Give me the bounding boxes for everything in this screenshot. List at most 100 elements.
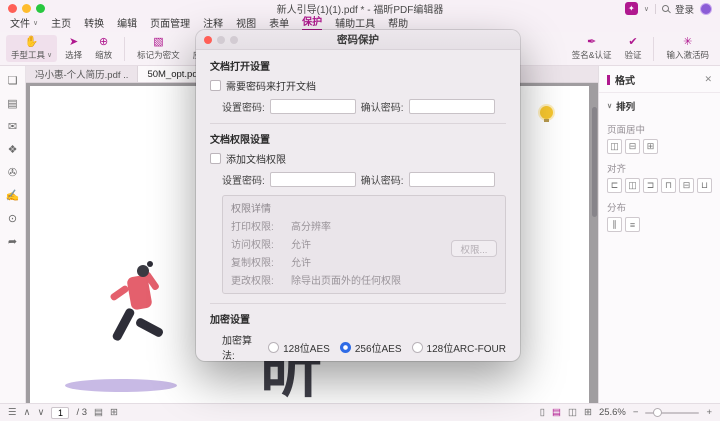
upgrade-icon[interactable]: ✦ <box>625 2 638 15</box>
menu-item-view[interactable]: 视图 <box>236 15 256 31</box>
perm-set-password-input[interactable] <box>270 172 356 187</box>
distribute-horizontal-icon[interactable]: ∥ <box>607 217 622 232</box>
dialog-close-button[interactable] <box>204 36 212 44</box>
close-panel-icon[interactable]: ✕ <box>704 74 712 85</box>
encryption-heading: 加密设置 <box>210 311 506 326</box>
maximize-window-button[interactable] <box>36 4 45 13</box>
window-title: 新人引导(1)(1).pdf * - 福昕PDF编辑器 <box>0 1 720 16</box>
zoom-tool-button[interactable]: ⊕ 缩放 <box>90 35 117 62</box>
chevron-down-icon[interactable]: ∨ <box>644 5 649 13</box>
permission-detail-button[interactable]: 权限... <box>451 240 497 257</box>
facing-view-icon[interactable]: ◫ <box>568 408 577 418</box>
attachments-icon[interactable]: ✇ <box>8 168 17 179</box>
verify-button[interactable]: ✔ 验证 <box>619 35 646 62</box>
single-page-view-icon[interactable]: ▯ <box>540 408 545 418</box>
menu-item-page-manage[interactable]: 页面管理 <box>150 15 190 31</box>
page-thumbnails-icon[interactable]: ▤ <box>7 99 17 110</box>
align-left-icon[interactable]: ⊏ <box>607 178 622 193</box>
account-avatar[interactable] <box>700 3 712 15</box>
tab-label: 50M_opt.pdf <box>147 69 200 80</box>
mark-redaction-button[interactable]: ▧ 标记为密文 <box>132 35 185 62</box>
aes256-option[interactable]: 256位AES <box>340 340 402 355</box>
illustration-shadow <box>65 379 177 392</box>
arrange-section-toggle[interactable]: ∨ 排列 <box>599 93 720 117</box>
distribute-vertical-icon[interactable]: ≡ <box>625 217 640 232</box>
center-horizontal-icon[interactable]: ◫ <box>607 139 622 154</box>
align-middle-icon[interactable]: ⊟ <box>679 178 694 193</box>
close-window-button[interactable] <box>8 4 17 13</box>
perm-confirm-password-input[interactable] <box>409 172 495 187</box>
checkmark-icon: ✔ <box>628 36 637 48</box>
sign-certify-button[interactable]: ✒ 签名&认证 <box>567 35 617 62</box>
permission-settings-heading: 文档权限设置 <box>210 131 506 146</box>
center-vertical-icon[interactable]: ⊟ <box>625 139 640 154</box>
sidebar-menu-icon[interactable]: ☰ <box>8 408 17 418</box>
align-right-icon[interactable]: ⊐ <box>643 178 658 193</box>
format-panel: 格式 ✕ ∨ 排列 页面居中 ◫ ⊟ ⊞ 对齐 ⊏ ◫ ⊐ ⊓ ⊟ ⊔ 分布 ∥… <box>598 66 720 403</box>
fit-page-icon[interactable]: ⊞ <box>110 408 118 418</box>
add-permission-checkbox[interactable] <box>210 153 221 164</box>
menu-item-convert[interactable]: 转换 <box>84 15 104 31</box>
zoom-out-icon[interactable]: − <box>633 408 639 418</box>
search-panel-icon[interactable]: ⊙ <box>8 214 17 225</box>
document-scrollbar[interactable] <box>592 107 597 217</box>
illustration-head <box>137 265 149 277</box>
previous-page-icon[interactable]: ∧ <box>24 408 31 418</box>
next-page-icon[interactable]: ∨ <box>38 408 45 418</box>
share-icon[interactable]: ➦ <box>8 237 17 248</box>
facing-continuous-view-icon[interactable]: ⊞ <box>584 408 592 418</box>
print-permission-value: 高分辨率 <box>291 218 331 233</box>
page-number-input[interactable] <box>51 407 69 419</box>
menu-item-edit[interactable]: 编辑 <box>117 15 137 31</box>
activation-code-button[interactable]: ✳ 输入激活码 <box>661 35 714 62</box>
permission-password-row: 设置密码: 确认密码: <box>222 172 506 187</box>
zoom-slider[interactable] <box>645 412 699 414</box>
chevron-down-icon: ∨ <box>47 51 52 59</box>
center-both-icon[interactable]: ⊞ <box>643 139 658 154</box>
select-tool-button[interactable]: ➤ 选择 <box>60 35 87 62</box>
menu-item-accessibility[interactable]: 辅助工具 <box>335 15 375 31</box>
continuous-view-icon[interactable]: ▤ <box>552 408 561 418</box>
menu-item-home[interactable]: 主页 <box>51 15 71 31</box>
toolbar-separator <box>653 37 654 61</box>
zoom-percentage[interactable]: 25.6% <box>599 407 626 418</box>
perm-confirm-password-label: 确认密码: <box>361 172 404 187</box>
illustration-hair <box>147 261 153 267</box>
menu-item-help[interactable]: 帮助 <box>388 15 408 31</box>
open-password-row: 设置密码: 确认密码: <box>222 99 506 114</box>
fit-width-icon[interactable]: ▤ <box>94 408 103 418</box>
arcfour128-option[interactable]: 128位ARC-FOUR <box>412 340 506 355</box>
search-icon[interactable] <box>662 5 669 12</box>
magnifier-icon: ⊕ <box>99 36 108 48</box>
menu-item-comment[interactable]: 注释 <box>203 15 223 31</box>
align-center-icon[interactable]: ◫ <box>625 178 640 193</box>
open-set-password-input[interactable] <box>270 99 356 114</box>
require-open-password-row: 需要密码来打开文档 <box>210 78 506 93</box>
menu-item-form[interactable]: 表单 <box>269 15 289 31</box>
tip-lightbulb-icon[interactable] <box>540 106 553 119</box>
page-center-label: 页面居中 <box>599 117 720 138</box>
aes128-option[interactable]: 128位AES <box>268 340 330 355</box>
require-open-password-checkbox[interactable] <box>210 80 221 91</box>
aes256-radio[interactable] <box>340 342 351 353</box>
aes128-radio[interactable] <box>268 342 279 353</box>
align-top-icon[interactable]: ⊓ <box>661 178 676 193</box>
hand-tool-label: 手型工具 <box>11 49 45 61</box>
menu-item-file[interactable]: 文件∨ <box>10 15 38 31</box>
zoom-slider-handle[interactable] <box>653 408 662 417</box>
arcfour128-radio[interactable] <box>412 342 423 353</box>
layers-icon[interactable]: ❖ <box>8 145 18 156</box>
menu-item-protect[interactable]: 保护 <box>302 13 322 31</box>
signature-icon[interactable]: ✍ <box>6 191 20 202</box>
zoom-in-icon[interactable]: + <box>706 408 712 418</box>
bookmark-icon[interactable]: ❏ <box>8 76 18 87</box>
select-cursor-icon: ➤ <box>69 36 78 48</box>
comments-icon[interactable]: ✉ <box>8 122 17 133</box>
minimize-window-button[interactable] <box>22 4 31 13</box>
align-bottom-icon[interactable]: ⊔ <box>697 178 712 193</box>
document-tab[interactable]: 冯小惠-个人简历.pdf .. <box>26 66 138 82</box>
hand-tool-button[interactable]: ✋ 手型工具∨ <box>6 35 57 62</box>
open-confirm-password-input[interactable] <box>409 99 495 114</box>
add-permission-label: 添加文档权限 <box>226 151 286 166</box>
login-button[interactable]: 登录 <box>675 2 694 16</box>
